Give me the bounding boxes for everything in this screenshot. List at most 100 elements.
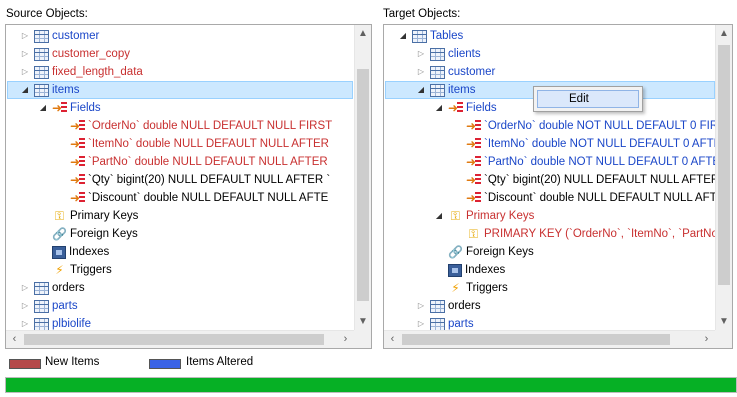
tree-item-label: Primary Keys	[70, 210, 139, 222]
target-tree-item[interactable]: 🔗 Foreign Keys	[434, 243, 534, 261]
table-icon	[34, 47, 49, 61]
fields-icon: ➜	[52, 101, 67, 115]
scroll-left-icon[interactable]: ‹	[384, 331, 401, 348]
source-tree-item[interactable]: ▷ customer	[20, 27, 99, 45]
table-icon	[34, 83, 49, 97]
scrollbar-thumb[interactable]	[24, 334, 324, 345]
target-tree-item[interactable]: ▷ clients	[416, 45, 481, 63]
key-icon: ⚿	[468, 227, 479, 241]
scroll-down-icon[interactable]: ▼	[716, 313, 732, 330]
progress-fill	[6, 378, 736, 392]
target-tree-item[interactable]: Indexes	[434, 261, 505, 279]
tree-item-label: `Qty` bigint(20) NULL DEFAULT NULL AFTER	[484, 174, 720, 186]
tree-item-label: Triggers	[70, 264, 112, 276]
tree-item-label: Fields	[70, 102, 101, 114]
source-tree-item[interactable]: ◢ items	[7, 81, 353, 99]
target-tree-item[interactable]: ▷ orders	[416, 297, 481, 315]
source-tree-item[interactable]: ▷ orders	[20, 279, 85, 297]
source-tree-item[interactable]: 🔗 Foreign Keys	[38, 225, 138, 243]
target-objects-label: Target Objects:	[383, 8, 461, 20]
expand-arrow-icon[interactable]: ▷	[20, 63, 30, 81]
target-tree-item[interactable]: ➜ `Discount` double NULL DEFAULT NULL AFT…	[452, 189, 724, 207]
no-expander	[452, 189, 462, 207]
source-vertical-scrollbar[interactable]: ▲ ▼	[354, 25, 371, 330]
source-tree-item[interactable]: ◢ ➜ Fields	[38, 99, 101, 117]
no-expander	[56, 171, 66, 189]
source-tree-item[interactable]: ▷ parts	[20, 297, 78, 315]
tree-item-label: parts	[52, 300, 78, 312]
target-tree-item[interactable]: ➜ `Qty` bigint(20) NULL DEFAULT NULL AFTE…	[452, 171, 719, 189]
scroll-down-icon[interactable]: ▼	[355, 313, 371, 330]
target-tree-item[interactable]: ⚿ PRIMARY KEY (`OrderNo`, `ItemNo`, `Part…	[452, 225, 729, 243]
tree-item-label: customer	[448, 66, 496, 78]
tree-item-label: items	[448, 84, 476, 96]
collapse-arrow-icon[interactable]: ◢	[416, 81, 426, 99]
target-vertical-scrollbar[interactable]: ▲ ▼	[715, 25, 732, 330]
no-expander	[434, 261, 444, 279]
field-icon: ➜	[466, 119, 481, 133]
target-tree-item[interactable]: ⚡ Triggers	[434, 279, 507, 297]
collapse-arrow-icon[interactable]: ◢	[20, 81, 30, 99]
scrollbar-thumb[interactable]	[718, 45, 730, 285]
expand-arrow-icon[interactable]: ▷	[20, 45, 30, 63]
target-horizontal-scrollbar[interactable]: ‹ ›	[384, 330, 715, 348]
key-icon: ⚿	[54, 209, 65, 223]
target-tree-item[interactable]: ◢ ⚿ Primary Keys	[434, 207, 534, 225]
expand-arrow-icon[interactable]: ▷	[20, 27, 30, 45]
context-menu-edit[interactable]: Edit	[537, 90, 639, 108]
no-expander	[452, 153, 462, 171]
source-tree-item[interactable]: ➜ `Qty` bigint(20) NULL DEFAULT NULL AFTE…	[56, 171, 330, 189]
table-icon	[430, 65, 445, 79]
source-tree-item[interactable]: ➜ `OrderNo` double NULL DEFAULT NULL FIRS…	[56, 117, 332, 135]
no-expander	[38, 261, 48, 279]
source-tree-item[interactable]: ⚡ Triggers	[38, 261, 112, 279]
field-icon: ➜	[70, 137, 85, 151]
target-tree-item[interactable]: ➜ `ItemNo` double NOT NULL DEFAULT 0 AFTE	[452, 135, 721, 153]
collapse-arrow-icon[interactable]: ◢	[434, 99, 444, 117]
scroll-right-icon[interactable]: ›	[337, 331, 354, 348]
source-tree-item[interactable]: ➜ `PartNo` double NULL DEFAULT NULL AFTER	[56, 153, 328, 171]
comparison-progress-bar	[5, 377, 737, 393]
scroll-right-icon[interactable]: ›	[698, 331, 715, 348]
table-icon	[34, 317, 49, 331]
source-tree-item[interactable]: ➜ `Discount` double NULL DEFAULT NULL AFT…	[56, 189, 328, 207]
target-tree-item[interactable]: ➜ `OrderNo` double NOT NULL DEFAULT 0 FIR…	[452, 117, 726, 135]
scrollbar-thumb[interactable]	[357, 69, 369, 301]
expand-arrow-icon[interactable]: ▷	[416, 63, 426, 81]
tree-item-label: `Discount` double NULL DEFAULT NULL AFTE	[88, 192, 329, 204]
expand-arrow-icon[interactable]: ▷	[416, 45, 426, 63]
target-tree-item[interactable]: ◢ Tables	[398, 27, 463, 45]
no-expander	[56, 153, 66, 171]
expand-arrow-icon[interactable]: ▷	[416, 297, 426, 315]
source-tree-item[interactable]: ⚿ Primary Keys	[38, 207, 138, 225]
scroll-up-icon[interactable]: ▲	[716, 25, 732, 42]
source-tree-item[interactable]: ➜ `ItemNo` double NULL DEFAULT NULL AFTER	[56, 135, 329, 153]
target-tree-item[interactable]: ◢ ➜ Fields	[434, 99, 497, 117]
source-horizontal-scrollbar[interactable]: ‹ ›	[6, 330, 354, 348]
field-icon: ➜	[70, 173, 85, 187]
scroll-up-icon[interactable]: ▲	[355, 25, 371, 42]
tree-item-label: Tables	[430, 30, 464, 42]
source-tree-item[interactable]: ▷ customer_copy	[20, 45, 130, 63]
table-icon	[34, 29, 49, 43]
no-expander	[452, 225, 462, 243]
scrollbar-thumb[interactable]	[402, 334, 670, 345]
expand-arrow-icon[interactable]: ▷	[20, 279, 30, 297]
expand-arrow-icon[interactable]: ▷	[20, 297, 30, 315]
collapse-arrow-icon[interactable]: ◢	[38, 99, 48, 117]
target-objects-tree[interactable]: ◢ Tables ▷ clients ▷ customer ◢ items ◢ ➜ Fields ➜ `…	[383, 24, 733, 349]
source-tree-item[interactable]: Indexes	[38, 243, 109, 261]
source-objects-tree[interactable]: ▷ customer ▷ customer_copy ▷ fixed_length_dat…	[5, 24, 372, 349]
collapse-arrow-icon[interactable]: ◢	[398, 27, 408, 45]
index-icon	[448, 263, 462, 277]
no-expander	[38, 243, 48, 261]
source-tree-item[interactable]: ▷ fixed_length_data	[20, 63, 143, 81]
table-icon	[430, 299, 445, 313]
tree-item-label: PRIMARY KEY (`OrderNo`, `ItemNo`, `PartN…	[484, 228, 729, 240]
collapse-arrow-icon[interactable]: ◢	[434, 207, 444, 225]
tree-item-label: `PartNo` double NOT NULL DEFAULT 0 AFTE	[484, 156, 721, 168]
target-tree-item[interactable]: ▷ customer	[416, 63, 495, 81]
scroll-left-icon[interactable]: ‹	[6, 331, 23, 348]
target-tree-item[interactable]: ➜ `PartNo` double NOT NULL DEFAULT 0 AFTE	[452, 153, 720, 171]
tree-item-label: `ItemNo` double NOT NULL DEFAULT 0 AFTE	[484, 138, 722, 150]
